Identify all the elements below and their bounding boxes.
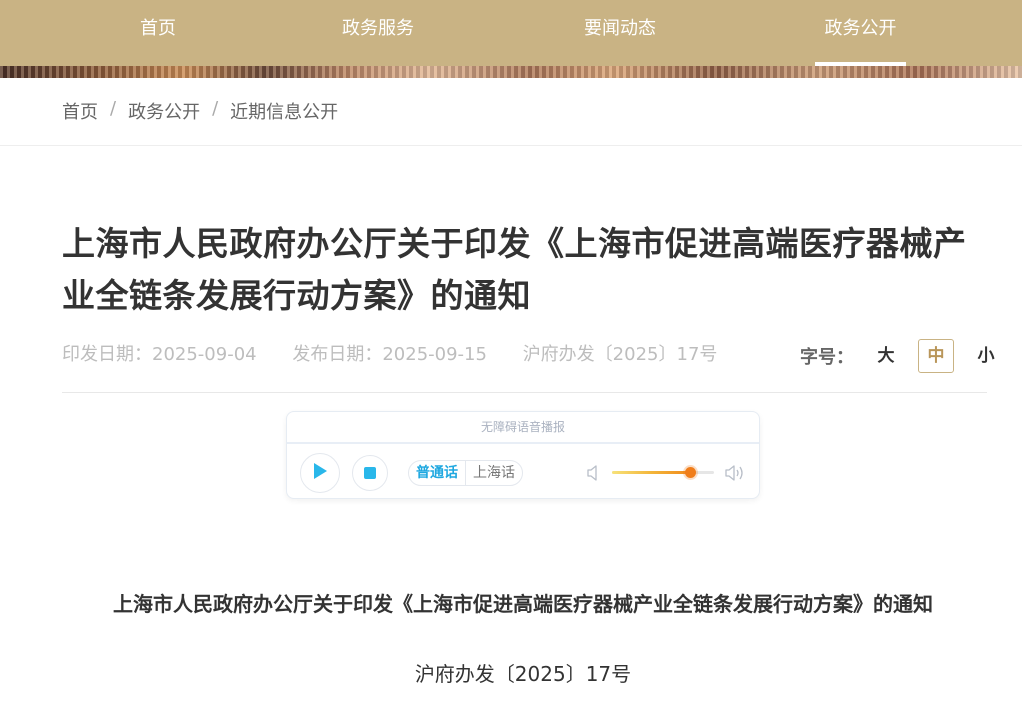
document-number: 沪府办发〔2025〕17号 <box>414 662 632 686</box>
divider <box>0 145 1022 146</box>
play-button[interactable] <box>300 453 340 493</box>
nav-item-services[interactable]: 政务服务 <box>328 0 428 66</box>
breadcrumb-home[interactable]: 首页 <box>62 98 98 124</box>
volume-low-icon[interactable] <box>587 464 601 486</box>
top-nav: 首页 政务服务 要闻动态 政务公开 <box>0 0 1022 66</box>
page-title: 上海市人民政府办公厅关于印发《上海市促进高端医疗器械产业全链条发展行动方案》的通… <box>62 224 967 315</box>
font-size-label: 字号： <box>800 347 854 368</box>
volume-knob[interactable] <box>684 467 696 478</box>
player-title: 无障碍语音播报 <box>480 420 565 434</box>
issue-date: 印发日期：2025-09-04 <box>62 344 257 365</box>
nav-item-news[interactable]: 要闻动态 <box>568 0 672 66</box>
play-icon <box>312 462 328 484</box>
breadcrumb-gov-affairs[interactable]: 政务公开 <box>128 98 200 124</box>
breadcrumb-separator: / <box>212 98 219 119</box>
banner-image <box>0 66 1022 78</box>
doc-number: 沪府办发〔2025〕17号 <box>522 344 718 365</box>
dialect-shanghainese[interactable]: 上海话 <box>466 461 522 485</box>
font-size-small[interactable]: 小 <box>968 339 1004 373</box>
dialect-mandarin[interactable]: 普通话 <box>409 461 466 485</box>
breadcrumb-recent-info[interactable]: 近期信息公开 <box>230 98 338 124</box>
publish-date: 发布日期：2025-09-15 <box>292 344 487 365</box>
breadcrumb: 首页 / 政务公开 / 近期信息公开 <box>62 98 338 124</box>
stop-button[interactable] <box>352 455 388 491</box>
nav-item-home[interactable]: 首页 <box>108 0 208 66</box>
nav-item-label: 政务服务 <box>342 18 414 39</box>
audio-player: 无障碍语音播报 普通话 上海话 <box>286 411 760 499</box>
breadcrumb-separator: / <box>110 98 117 119</box>
nav-item-label: 首页 <box>140 18 176 39</box>
player-progress-track[interactable] <box>287 442 759 444</box>
document-heading: 上海市人民政府办公厅关于印发《上海市促进高端医疗器械产业全链条发展行动方案》的通… <box>113 592 933 616</box>
volume-high-icon[interactable] <box>725 463 747 487</box>
divider <box>62 392 987 393</box>
font-size-selector: 字号： 大 中 小 <box>800 339 1004 373</box>
nav-item-gov-affairs[interactable]: 政务公开 <box>815 0 906 66</box>
article-meta: 印发日期：2025-09-04 发布日期：2025-09-15 沪府办发〔202… <box>62 340 747 366</box>
volume-slider[interactable] <box>612 467 714 478</box>
font-size-large[interactable]: 大 <box>868 339 904 373</box>
dialect-switch: 普通话 上海话 <box>408 460 523 486</box>
stop-icon <box>364 464 376 483</box>
nav-item-label: 要闻动态 <box>584 18 656 39</box>
volume-fill <box>612 471 690 474</box>
font-size-medium[interactable]: 中 <box>918 339 954 373</box>
nav-item-label: 政务公开 <box>824 18 897 39</box>
